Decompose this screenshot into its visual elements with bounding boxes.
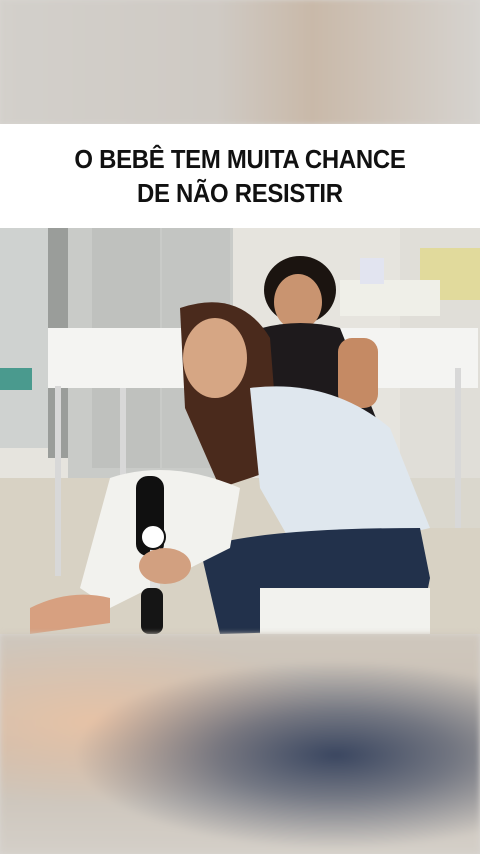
tv-logo-icon — [140, 524, 166, 550]
caption-line-2: DE NÃO RESISTIR — [137, 178, 343, 208]
caption-bar: O BEBÊ TEM MUITA CHANCE DE NÃO RESISTIR — [0, 124, 480, 228]
video-scene — [0, 228, 480, 634]
video-frame[interactable] — [0, 228, 480, 634]
blurred-background-top — [0, 0, 480, 124]
blurred-background-bottom — [0, 634, 480, 854]
caption-line-1: O BEBÊ TEM MUITA CHANCE — [74, 144, 406, 174]
